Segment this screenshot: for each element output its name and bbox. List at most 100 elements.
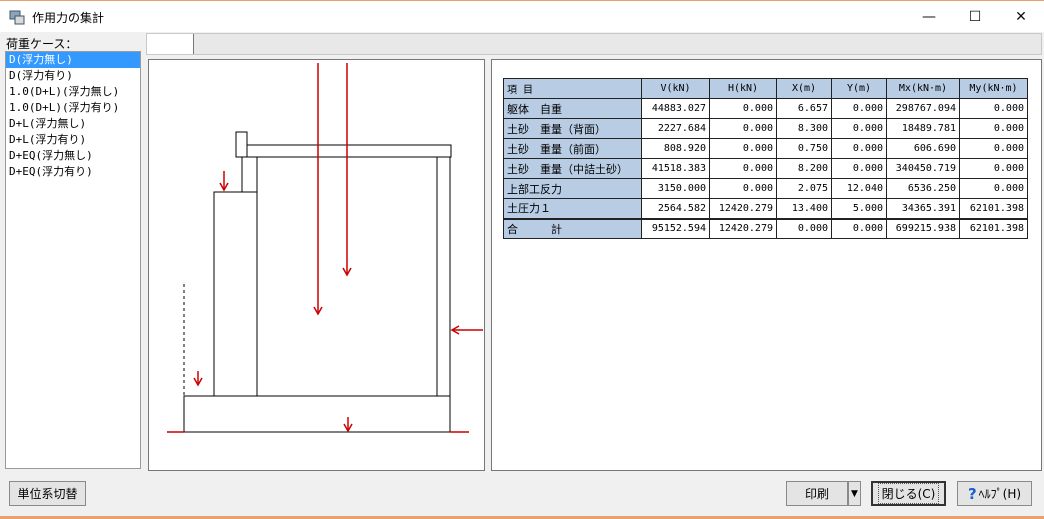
minimize-button[interactable]: — bbox=[906, 1, 952, 32]
print-button[interactable]: 印刷 bbox=[786, 481, 848, 506]
arrow-superstructure bbox=[219, 171, 229, 192]
row-label: 合 計 bbox=[503, 217, 642, 239]
cell-mx: 6536.250 bbox=[886, 178, 960, 199]
load-case-item[interactable]: 1.0(D+L)(浮力無し) bbox=[6, 84, 140, 100]
load-case-item[interactable]: 1.0(D+L)(浮力有り) bbox=[6, 100, 140, 116]
table-row: 躯体 自重 44883.027 0.000 6.657 0.000 298767… bbox=[503, 98, 1028, 119]
row-label: 土砂 重量（背面） bbox=[503, 118, 642, 139]
cell-x: 13.400 bbox=[776, 198, 832, 219]
cell-x: 8.300 bbox=[776, 118, 832, 139]
cell-mx: 340450.719 bbox=[886, 158, 960, 179]
cell-v: 44883.027 bbox=[641, 98, 710, 119]
row-label: 躯体 自重 bbox=[503, 98, 642, 119]
row-label: 土砂 重量（中詰土砂） bbox=[503, 158, 642, 179]
cell-my: 0.000 bbox=[959, 138, 1028, 159]
cell-mx: 699215.938 bbox=[886, 217, 960, 239]
cell-h: 0.000 bbox=[709, 118, 777, 139]
row-label: 土砂 重量（前面） bbox=[503, 138, 642, 159]
cell-h: 0.000 bbox=[709, 138, 777, 159]
load-case-item[interactable]: D(浮力有り) bbox=[6, 68, 140, 84]
title-bar: 作用力の集計 — ☐ ✕ bbox=[0, 0, 1044, 32]
structure-drawing bbox=[167, 63, 483, 433]
print-dropdown-button[interactable]: ▼ bbox=[848, 481, 861, 506]
cell-my: 0.000 bbox=[959, 98, 1028, 119]
col-header-y: Y(m) bbox=[831, 78, 887, 99]
tab-strip bbox=[146, 33, 1042, 55]
close-window-button[interactable]: ✕ bbox=[998, 1, 1044, 32]
row-label: 土圧力１ bbox=[503, 198, 642, 219]
col-header-item: 項 目 bbox=[503, 78, 642, 99]
wall-stem bbox=[241, 156, 258, 193]
arrow-fill-soil bbox=[342, 63, 352, 277]
load-case-item[interactable]: D+EQ(浮力無し) bbox=[6, 148, 140, 164]
cell-x: 8.200 bbox=[776, 158, 832, 179]
front-wall bbox=[213, 191, 258, 397]
close-button[interactable]: 閉じる(C) bbox=[871, 481, 946, 506]
help-icon: ? bbox=[967, 484, 977, 503]
load-case-item[interactable]: D+EQ(浮力有り) bbox=[6, 164, 140, 180]
cell-my: 62101.398 bbox=[959, 217, 1028, 239]
cell-x: 2.075 bbox=[776, 178, 832, 199]
help-button[interactable]: ? ﾍﾙﾌﾟ(H) bbox=[957, 481, 1032, 506]
row-label: 上部工反力 bbox=[503, 178, 642, 199]
help-label: ﾍﾙﾌﾟ(H) bbox=[978, 487, 1022, 501]
cell-x: 0.750 bbox=[776, 138, 832, 159]
cell-h: 0.000 bbox=[709, 178, 777, 199]
cell-mx: 34365.391 bbox=[886, 198, 960, 219]
cell-my: 0.000 bbox=[959, 158, 1028, 179]
arrow-front-soil bbox=[193, 371, 203, 387]
parapet bbox=[235, 131, 248, 158]
summary-table: 項 目 V(kN) H(kN) X(m) Y(m) Mx(kN·m) My(kN… bbox=[503, 78, 1028, 239]
print-label: 印刷 bbox=[804, 487, 829, 501]
col-header-mx: Mx(kN·m) bbox=[886, 78, 960, 99]
tab-blank[interactable] bbox=[147, 34, 194, 54]
cell-x: 0.000 bbox=[776, 217, 832, 239]
col-header-v: V(kN) bbox=[641, 78, 710, 99]
col-header-x: X(m) bbox=[776, 78, 832, 99]
footing-slab bbox=[183, 395, 451, 433]
arrow-footing bbox=[343, 417, 353, 433]
table-row: 土砂 重量（中詰土砂） 41518.383 0.000 8.200 0.000 … bbox=[503, 158, 1028, 179]
cell-v: 2564.582 bbox=[641, 198, 710, 219]
cell-v: 95152.594 bbox=[641, 217, 710, 239]
cell-h: 12420.279 bbox=[709, 217, 777, 239]
cell-mx: 606.690 bbox=[886, 138, 960, 159]
table-row: 土砂 重量（背面） 2227.684 0.000 8.300 0.000 184… bbox=[503, 118, 1028, 139]
back-wall bbox=[436, 156, 451, 397]
cell-h: 0.000 bbox=[709, 98, 777, 119]
chevron-down-icon: ▼ bbox=[851, 488, 858, 499]
cell-my: 0.000 bbox=[959, 118, 1028, 139]
top-slab bbox=[246, 144, 452, 158]
maximize-button[interactable]: ☐ bbox=[952, 1, 998, 32]
cell-v: 2227.684 bbox=[641, 118, 710, 139]
unit-switch-button[interactable]: 単位系切替 bbox=[9, 481, 86, 506]
load-case-item[interactable]: D+L(浮力有り) bbox=[6, 132, 140, 148]
app-icon bbox=[9, 10, 25, 25]
load-case-item[interactable]: D+L(浮力無し) bbox=[6, 116, 140, 132]
cell-y: 5.000 bbox=[831, 198, 887, 219]
unit-switch-label: 単位系切替 bbox=[17, 487, 78, 501]
cell-y: 0.000 bbox=[831, 138, 887, 159]
cell-h: 0.000 bbox=[709, 158, 777, 179]
window-title: 作用力の集計 bbox=[32, 11, 105, 25]
load-case-item[interactable]: D(浮力無し) bbox=[6, 52, 140, 68]
cell-mx: 18489.781 bbox=[886, 118, 960, 139]
cell-h: 12420.279 bbox=[709, 198, 777, 219]
cell-mx: 298767.094 bbox=[886, 98, 960, 119]
cell-y: 12.040 bbox=[831, 178, 887, 199]
table-total-row: 合 計 95152.594 12420.279 0.000 0.000 6992… bbox=[503, 217, 1028, 239]
cell-v: 3150.000 bbox=[641, 178, 710, 199]
cell-y: 0.000 bbox=[831, 158, 887, 179]
table-row: 上部工反力 3150.000 0.000 2.075 12.040 6536.2… bbox=[503, 178, 1028, 199]
load-case-list[interactable]: D(浮力無し) D(浮力有り) 1.0(D+L)(浮力無し) 1.0(D+L)(… bbox=[5, 51, 141, 469]
cell-x: 6.657 bbox=[776, 98, 832, 119]
close-label: 閉じる(C) bbox=[877, 483, 940, 504]
arrow-earth-pressure bbox=[450, 325, 483, 335]
summary-table-panel: 項 目 V(kN) H(kN) X(m) Y(m) Mx(kN·m) My(kN… bbox=[491, 59, 1042, 471]
cell-y: 0.000 bbox=[831, 217, 887, 239]
table-header-row: 項 目 V(kN) H(kN) X(m) Y(m) Mx(kN·m) My(kN… bbox=[503, 78, 1028, 99]
col-header-my: My(kN·m) bbox=[959, 78, 1028, 99]
cell-v: 41518.383 bbox=[641, 158, 710, 179]
cell-y: 0.000 bbox=[831, 98, 887, 119]
cell-my: 62101.398 bbox=[959, 198, 1028, 219]
